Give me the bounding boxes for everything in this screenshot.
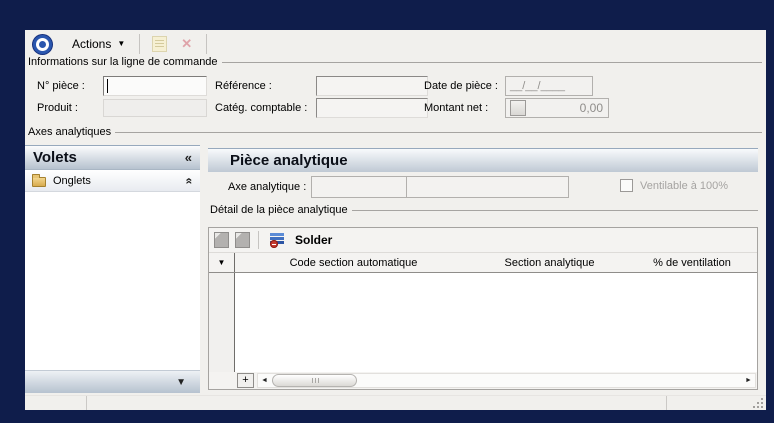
folder-icon bbox=[32, 173, 46, 187]
status-bar bbox=[25, 395, 766, 410]
delete-line-icon[interactable] bbox=[235, 232, 250, 248]
n-piece-input[interactable] bbox=[103, 76, 207, 96]
info-group-title: Informations sur la ligne de commande bbox=[28, 56, 222, 68]
group-border bbox=[28, 132, 762, 133]
chevron-down-icon: ▼ bbox=[117, 39, 126, 48]
volets-header: Volets « bbox=[25, 145, 200, 170]
sidebar-item-onglets[interactable]: Onglets « bbox=[25, 170, 200, 192]
reference-label: Référence : bbox=[215, 80, 272, 92]
piece-analytique-header: Pièce analytique bbox=[208, 148, 758, 172]
resize-grip[interactable] bbox=[753, 398, 763, 408]
text-cursor bbox=[107, 79, 108, 93]
actions-label: Actions bbox=[72, 37, 112, 51]
grid-body bbox=[209, 273, 757, 372]
bullseye-icon bbox=[33, 34, 52, 54]
toolbar-separator bbox=[258, 231, 259, 249]
axe-analytique-label: Axe analytique : bbox=[228, 181, 307, 193]
grid-header-row: ▼ Code section automatique Section analy… bbox=[209, 253, 757, 273]
onglets-label: Onglets bbox=[53, 174, 91, 187]
scroll-down-icon[interactable]: ▼ bbox=[176, 377, 186, 388]
volets-panel: Volets « Onglets « ▼ bbox=[25, 145, 200, 393]
date-piece-label: Date de pièce : bbox=[424, 80, 498, 92]
grid-rows-area[interactable] bbox=[235, 273, 757, 372]
categ-comptable-label: Catég. comptable : bbox=[215, 102, 308, 114]
delete-x-icon[interactable]: ✕ bbox=[181, 36, 192, 52]
ventilable-label: Ventilable à 100% bbox=[640, 180, 729, 192]
montant-net-field: 0,00 bbox=[505, 98, 609, 118]
n-piece-label: N° pièce : bbox=[37, 80, 85, 92]
volets-footer: ▼ bbox=[25, 370, 200, 393]
grid-bottom-bar: + ◄ ► bbox=[209, 372, 757, 389]
row-selector-dropdown[interactable]: ▼ bbox=[209, 253, 235, 272]
attach-document-icon[interactable] bbox=[152, 36, 168, 52]
toolbar-separator bbox=[139, 34, 141, 54]
scroll-right-icon[interactable]: ► bbox=[742, 374, 755, 387]
actions-menu-button[interactable]: Actions ▼ bbox=[64, 34, 133, 54]
volets-title: Volets bbox=[33, 149, 77, 166]
status-cell-left bbox=[25, 396, 87, 410]
detail-grid: Solder ▼ Code section automatique Sectio… bbox=[208, 227, 758, 390]
column-header-section-analytique: Section analytique bbox=[504, 256, 595, 269]
solder-icon bbox=[270, 232, 285, 248]
ventilable-checkbox[interactable] bbox=[620, 179, 633, 192]
montant-net-label: Montant net : bbox=[424, 102, 489, 114]
column-header-code-section: Code section automatique bbox=[289, 256, 418, 269]
window-frame: Actions ▼ ✕ Informations sur la ligne de… bbox=[0, 0, 774, 423]
axes-group-title: Axes analytiques bbox=[28, 126, 116, 138]
field-divider bbox=[406, 177, 407, 197]
main-window: Actions ▼ ✕ Informations sur la ligne de… bbox=[25, 30, 766, 410]
add-row-button[interactable]: + bbox=[237, 373, 254, 388]
horizontal-scrollbar: ◄ ► bbox=[257, 373, 756, 388]
produit-label: Produit : bbox=[37, 102, 78, 114]
main-toolbar: Actions ▼ ✕ bbox=[25, 30, 766, 58]
piece-analytique-panel: Pièce analytique Axe analytique : Ventil… bbox=[208, 148, 758, 393]
reference-input[interactable] bbox=[316, 76, 428, 96]
detail-group-title: Détail de la pièce analytique bbox=[210, 204, 352, 216]
row-selector-column bbox=[209, 273, 235, 372]
solder-button[interactable]: Solder bbox=[295, 233, 332, 247]
scrollbar-thumb[interactable] bbox=[272, 374, 357, 387]
montant-net-value: 0,00 bbox=[579, 101, 603, 115]
status-cell-right bbox=[667, 396, 766, 410]
scroll-left-icon[interactable]: ◄ bbox=[258, 374, 271, 387]
categ-comptable-input[interactable] bbox=[316, 98, 428, 118]
produit-field bbox=[103, 99, 207, 117]
piece-analytique-title: Pièce analytique bbox=[230, 152, 348, 169]
toolbar-separator bbox=[206, 34, 208, 54]
axe-analytique-field[interactable] bbox=[311, 176, 569, 198]
date-piece-input[interactable]: __/__/____ bbox=[505, 76, 593, 96]
montant-button[interactable] bbox=[510, 100, 526, 116]
collapse-section-icon[interactable]: « bbox=[183, 177, 197, 184]
volets-body bbox=[25, 192, 200, 370]
column-header-pct-ventilation: % de ventilation bbox=[653, 256, 731, 269]
grid-toolbar: Solder bbox=[209, 228, 757, 253]
insert-line-icon[interactable] bbox=[214, 232, 229, 248]
status-cell-middle bbox=[87, 396, 667, 410]
collapse-panel-icon[interactable]: « bbox=[185, 150, 192, 165]
